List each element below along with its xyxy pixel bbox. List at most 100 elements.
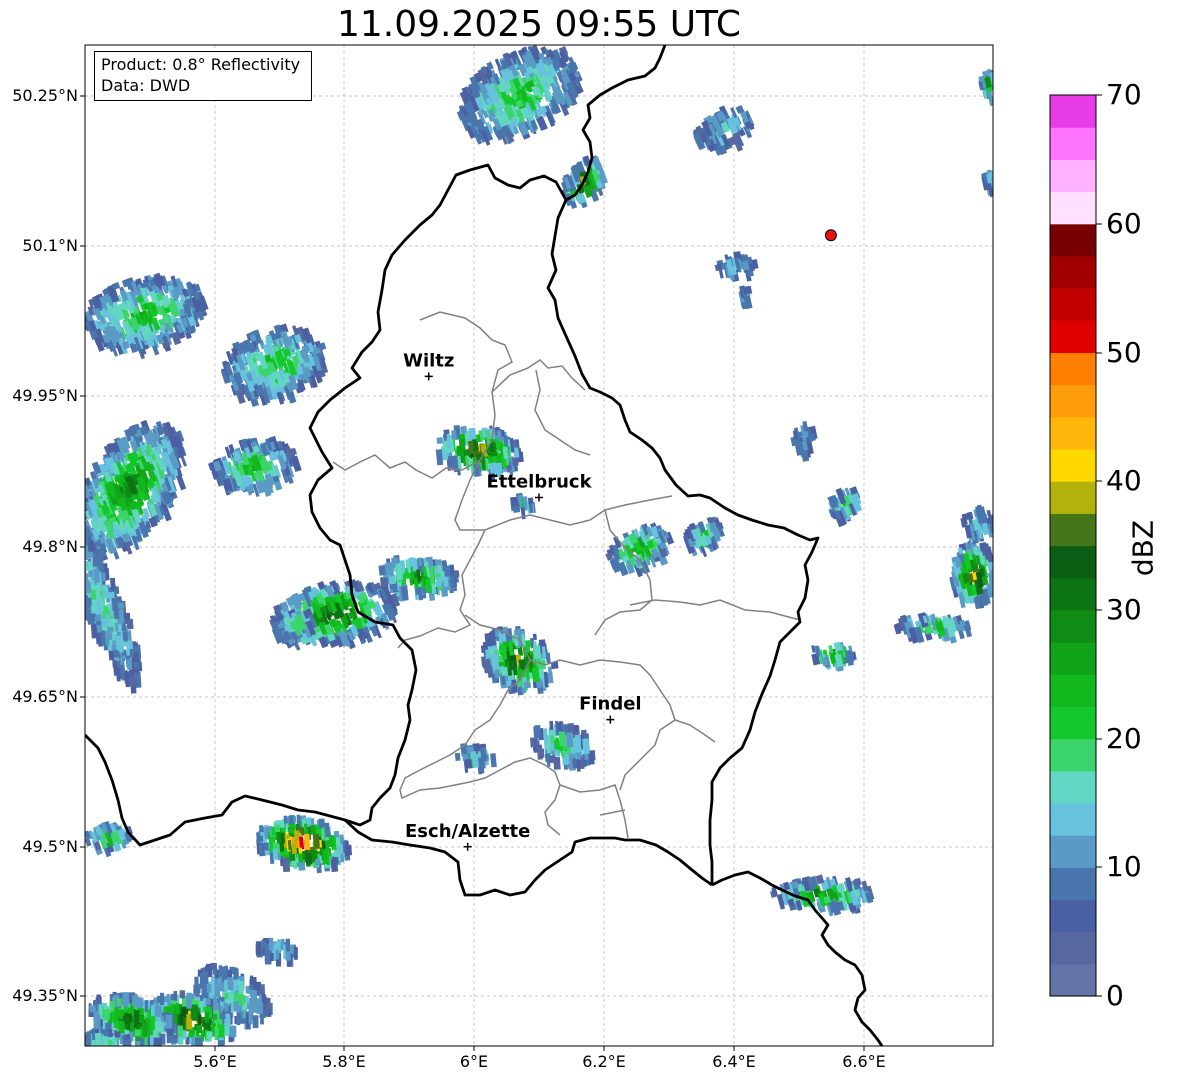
lat-tick: 49.8°N [22, 537, 78, 556]
radar-echo-cell [74, 524, 79, 535]
radar-echo-cell [557, 722, 562, 732]
radar-echo-cell [72, 502, 82, 519]
radar-echo-cell [986, 517, 993, 525]
radar-echo-cell [986, 509, 992, 518]
colorbar-segment [1050, 867, 1096, 901]
radar-echo-cell [992, 81, 993, 96]
radar-echo-cell [179, 990, 186, 999]
colorbar-tick-label: 30 [1106, 593, 1142, 626]
radar-echo-cell [258, 843, 263, 854]
city-marker [424, 372, 433, 381]
radar-echo-cell [122, 1047, 128, 1054]
radar-echo-cell [449, 579, 456, 587]
radar-echo-cell [166, 1028, 174, 1036]
country-borders [85, 45, 884, 1046]
radar-echo-cell [108, 1045, 116, 1046]
lon-tick: 6.4°E [712, 1052, 756, 1071]
radar-echo-cell [204, 1011, 209, 1023]
radar-echo-cell [122, 631, 129, 642]
radar-echo-cell [154, 1005, 162, 1017]
radar-echo-cell [565, 732, 574, 748]
radar-echo-cell [85, 837, 92, 847]
colorbar-label: dBZ [1126, 519, 1160, 577]
radar-echo-cell [103, 605, 108, 616]
radar-echo-cell [133, 661, 140, 669]
colorbar-segment [1050, 674, 1096, 707]
radar-echo-cell [205, 998, 211, 1005]
radar-echo-cell [233, 967, 238, 980]
radar-echo-cell [213, 1014, 217, 1020]
radar-echo-cell [268, 937, 274, 951]
radar-echo-cell [95, 1045, 101, 1046]
radar-echo-cell [436, 437, 444, 444]
radar-echo-cell [332, 856, 339, 865]
radar-echo-cell [196, 1025, 202, 1033]
radar-echo-cell [261, 939, 265, 948]
radar-echo-cell [175, 474, 187, 491]
radar-echo-cell [78, 1037, 84, 1050]
radar-echo-cell [125, 1039, 132, 1046]
radar-echo-cell [510, 496, 519, 507]
radar-echo-cell [249, 977, 256, 985]
radar-echo-cell [78, 575, 83, 585]
radar-echo-cell [550, 735, 555, 744]
radar-echo-cell [128, 1007, 134, 1014]
product-info-box: Product: 0.8° Reflectivity Data: DWD [94, 51, 312, 101]
radar-echo-cell [255, 941, 262, 956]
radar-echo-cell [72, 1033, 78, 1045]
colorbar-segment [1050, 255, 1096, 289]
radar-echo-cell [114, 1005, 118, 1022]
colorbar-segment [1050, 448, 1096, 482]
radar-echo-cell [107, 591, 115, 599]
colorbar-segment [1050, 191, 1096, 225]
radar-echo-cell [238, 981, 244, 994]
radar-echo-cell [93, 1014, 101, 1031]
radar-echo-cell [293, 830, 300, 842]
radar-echo-cell [252, 1001, 259, 1013]
colorbar-tick-label: 50 [1106, 336, 1142, 369]
radar-echo-cell [154, 1037, 162, 1046]
colorbar-segment [1050, 835, 1096, 868]
radar-echo-cell [108, 1046, 113, 1053]
radar-echo-cell [134, 1029, 141, 1037]
radar-echo-cell [274, 824, 281, 833]
colorbar-segment [1050, 320, 1096, 354]
city-marker [463, 842, 472, 851]
radar-echo-cell [282, 857, 291, 873]
colorbar-segment [1050, 738, 1096, 772]
radar-echo-cell [134, 672, 139, 679]
colorbar-segment [1050, 706, 1096, 740]
colorbar-segment [1050, 545, 1096, 579]
lat-tick: 49.65°N [12, 687, 78, 706]
radar-echo-cell [530, 737, 536, 748]
radar-echo-cell [299, 836, 304, 848]
city-labels: WiltzEttelbruckFindelEsch/Alzette [403, 350, 642, 851]
radar-echo-cell [537, 748, 545, 759]
radar-echo-cell [86, 1046, 91, 1059]
colorbar-segment [1050, 352, 1096, 386]
radar-echo-cell [544, 753, 551, 763]
radar-echo-cell [73, 559, 79, 574]
radar-echo-cell [138, 1015, 145, 1024]
colorbar-tick-label: 0 [1106, 979, 1124, 1012]
radar-echo-cell [77, 568, 82, 575]
radar-echo-cell [523, 681, 532, 689]
colorbar-segment [1050, 127, 1096, 160]
radar-echo-cell [280, 832, 286, 844]
radar-echo-cell [186, 992, 192, 1009]
radar-echo-cell [76, 489, 82, 496]
radar-echo-cell [200, 1002, 204, 1014]
radar-echo-cell [139, 997, 144, 1006]
radar-echo-cell [92, 599, 98, 613]
city-marker [606, 715, 615, 724]
radar-echo-cell [126, 658, 133, 670]
radar-echo-cell [76, 520, 84, 528]
radar-echo-cell [74, 571, 79, 583]
radar-echo-cell [79, 550, 83, 565]
colorbar-segment [1050, 223, 1096, 257]
colorbar-segment [1050, 159, 1096, 193]
city-label: Esch/Alzette [405, 821, 530, 842]
radar-echo-cell [124, 1045, 130, 1046]
radar-echo-cell [573, 724, 579, 733]
radar-echo-cell [73, 514, 81, 526]
